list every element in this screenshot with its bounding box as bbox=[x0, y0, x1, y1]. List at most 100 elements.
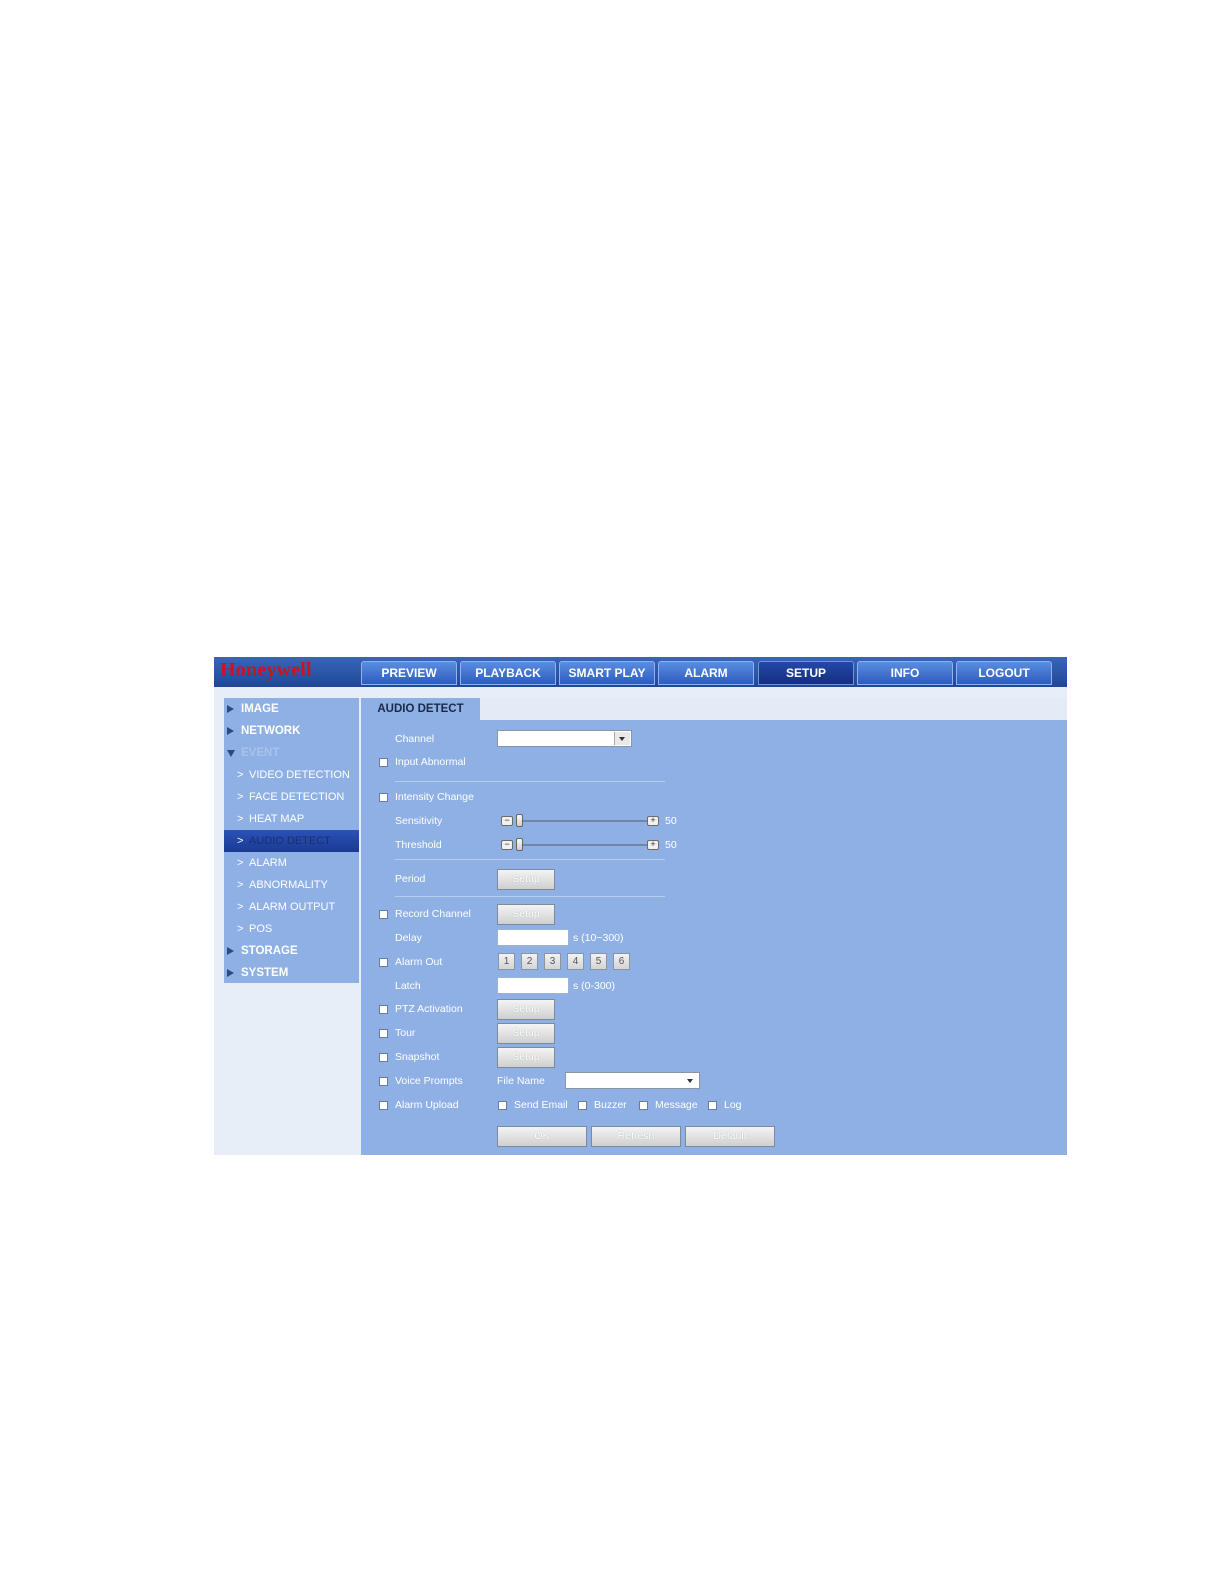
chevron-down-icon bbox=[683, 1074, 698, 1087]
latch-range-hint: s (0-300) bbox=[573, 980, 616, 992]
threshold-value: 50 bbox=[665, 839, 677, 851]
record-channel-checkbox[interactable] bbox=[379, 910, 388, 919]
chevron-right-icon: > bbox=[237, 857, 244, 869]
record-channel-setup-button[interactable]: Setup bbox=[497, 904, 555, 925]
latch-input[interactable] bbox=[497, 977, 569, 994]
input-abnormal-checkbox[interactable] bbox=[379, 758, 388, 767]
sidebar-item-event[interactable]: EVENT bbox=[224, 742, 359, 764]
log-label: Log bbox=[724, 1099, 742, 1111]
sidebar-item-network[interactable]: NETWORK bbox=[224, 720, 359, 742]
file-name-select[interactable] bbox=[565, 1072, 700, 1089]
intensity-change-checkbox[interactable] bbox=[379, 793, 388, 802]
tab-alarm[interactable]: ALARM bbox=[658, 661, 754, 685]
sidebar-item-label: IMAGE bbox=[241, 703, 279, 715]
tab-setup[interactable]: SETUP bbox=[758, 661, 854, 685]
alarm-out-channel-6[interactable]: 6 bbox=[613, 953, 630, 970]
alarm-upload-checkbox[interactable] bbox=[379, 1101, 388, 1110]
honeywell-logo: Honeywell bbox=[220, 659, 312, 681]
refresh-button[interactable]: Refresh bbox=[591, 1126, 681, 1147]
buzzer-label: Buzzer bbox=[594, 1099, 627, 1111]
voice-prompts-label: Voice Prompts bbox=[395, 1075, 463, 1087]
sidebar-item-label: STORAGE bbox=[241, 945, 298, 957]
sensitivity-plus-button[interactable]: + bbox=[647, 816, 659, 826]
period-setup-button[interactable]: Setup bbox=[497, 869, 555, 890]
sensitivity-label: Sensitivity bbox=[395, 815, 443, 827]
sidebar-item-alarm[interactable]: > ALARM bbox=[224, 852, 359, 874]
tour-setup-button[interactable]: Setup bbox=[497, 1023, 555, 1044]
alarm-upload-label: Alarm Upload bbox=[395, 1099, 459, 1111]
expand-arrow-icon bbox=[227, 969, 234, 977]
ok-button[interactable]: OK bbox=[497, 1126, 587, 1147]
message-checkbox[interactable] bbox=[639, 1101, 648, 1110]
alarm-out-channel-1[interactable]: 1 bbox=[498, 953, 515, 970]
sidebar-item-abnormality[interactable]: > ABNORMALITY bbox=[224, 874, 359, 896]
intensity-change-label: Intensity Change bbox=[395, 791, 474, 803]
sensitivity-slider-track[interactable] bbox=[516, 820, 649, 822]
audio-detect-panel: Channel Input Abnormal Intensity Change … bbox=[361, 720, 1067, 1155]
sidebar-item-label: VIDEO DETECTION bbox=[249, 769, 350, 781]
ptz-activation-checkbox[interactable] bbox=[379, 1005, 388, 1014]
sidebar-item-alarm-output[interactable]: > ALARM OUTPUT bbox=[224, 896, 359, 918]
web-ui-window: Honeywell PREVIEW PLAYBACK SMART PLAY AL… bbox=[214, 657, 1067, 1155]
sensitivity-minus-button[interactable]: − bbox=[501, 816, 513, 826]
record-channel-label: Record Channel bbox=[395, 908, 471, 920]
divider bbox=[395, 781, 665, 782]
tab-smart-play[interactable]: SMART PLAY bbox=[559, 661, 655, 685]
snapshot-checkbox[interactable] bbox=[379, 1053, 388, 1062]
threshold-slider-thumb[interactable] bbox=[516, 838, 524, 851]
expand-arrow-icon bbox=[227, 947, 234, 955]
tab-info[interactable]: INFO bbox=[857, 661, 953, 685]
sidebar-item-storage[interactable]: STORAGE bbox=[224, 940, 359, 962]
voice-prompts-checkbox[interactable] bbox=[379, 1077, 388, 1086]
sidebar-item-system[interactable]: SYSTEM bbox=[224, 962, 359, 984]
channel-label: Channel bbox=[395, 733, 435, 745]
sidebar-item-face-detection[interactable]: > FACE DETECTION bbox=[224, 786, 359, 808]
tab-audio-detect[interactable]: AUDIO DETECT bbox=[361, 698, 480, 720]
default-button[interactable]: Default bbox=[685, 1126, 775, 1147]
threshold-minus-button[interactable]: − bbox=[501, 840, 513, 850]
settings-sidebar: IMAGE NETWORK EVENT > VIDEO DETECTION > … bbox=[224, 698, 359, 983]
alarm-out-channel-4[interactable]: 4 bbox=[567, 953, 584, 970]
alarm-out-channel-3[interactable]: 3 bbox=[544, 953, 561, 970]
snapshot-setup-button[interactable]: Setup bbox=[497, 1047, 555, 1068]
tab-logout[interactable]: LOGOUT bbox=[956, 661, 1052, 685]
sidebar-item-audio-detect[interactable]: > AUDIO DETECT bbox=[224, 830, 359, 852]
channel-select[interactable] bbox=[497, 730, 632, 747]
period-label: Period bbox=[395, 873, 426, 885]
tab-preview[interactable]: PREVIEW bbox=[361, 661, 457, 685]
sidebar-item-image[interactable]: IMAGE bbox=[224, 698, 359, 720]
threshold-plus-button[interactable]: + bbox=[647, 840, 659, 850]
delay-input[interactable] bbox=[497, 929, 569, 946]
latch-label: Latch bbox=[395, 980, 421, 992]
sidebar-item-video-detection[interactable]: > VIDEO DETECTION bbox=[224, 764, 359, 786]
sensitivity-slider-thumb[interactable] bbox=[516, 814, 524, 827]
alarm-out-channel-5[interactable]: 5 bbox=[590, 953, 607, 970]
send-email-checkbox[interactable] bbox=[498, 1101, 507, 1110]
snapshot-label: Snapshot bbox=[395, 1051, 440, 1063]
delay-range-hint: s (10~300) bbox=[573, 932, 624, 944]
log-checkbox[interactable] bbox=[708, 1101, 717, 1110]
sidebar-item-pos[interactable]: > POS bbox=[224, 918, 359, 940]
buzzer-checkbox[interactable] bbox=[578, 1101, 587, 1110]
alarm-out-channel-2[interactable]: 2 bbox=[521, 953, 538, 970]
sidebar-item-label: SYSTEM bbox=[241, 967, 289, 979]
divider bbox=[395, 859, 665, 860]
expand-arrow-icon bbox=[227, 727, 234, 735]
chevron-right-icon: > bbox=[237, 835, 244, 847]
sidebar-item-label: ALARM bbox=[249, 857, 287, 869]
ptz-setup-button[interactable]: Setup bbox=[497, 999, 555, 1020]
sidebar-item-label: HEAT MAP bbox=[249, 813, 305, 825]
chevron-right-icon: > bbox=[237, 769, 244, 781]
sidebar-item-label: ALARM OUTPUT bbox=[249, 901, 336, 913]
send-email-label: Send Email bbox=[514, 1099, 568, 1111]
tour-checkbox[interactable] bbox=[379, 1029, 388, 1038]
sidebar-item-heat-map[interactable]: > HEAT MAP bbox=[224, 808, 359, 830]
expand-arrow-icon bbox=[227, 705, 234, 713]
threshold-slider-track[interactable] bbox=[516, 844, 649, 846]
sidebar-item-label: FACE DETECTION bbox=[249, 791, 345, 803]
chevron-down-icon bbox=[614, 732, 630, 745]
chevron-right-icon: > bbox=[237, 813, 244, 825]
sidebar-item-label: AUDIO DETECT bbox=[249, 835, 331, 847]
tab-playback[interactable]: PLAYBACK bbox=[460, 661, 556, 685]
alarm-out-checkbox[interactable] bbox=[379, 958, 388, 967]
